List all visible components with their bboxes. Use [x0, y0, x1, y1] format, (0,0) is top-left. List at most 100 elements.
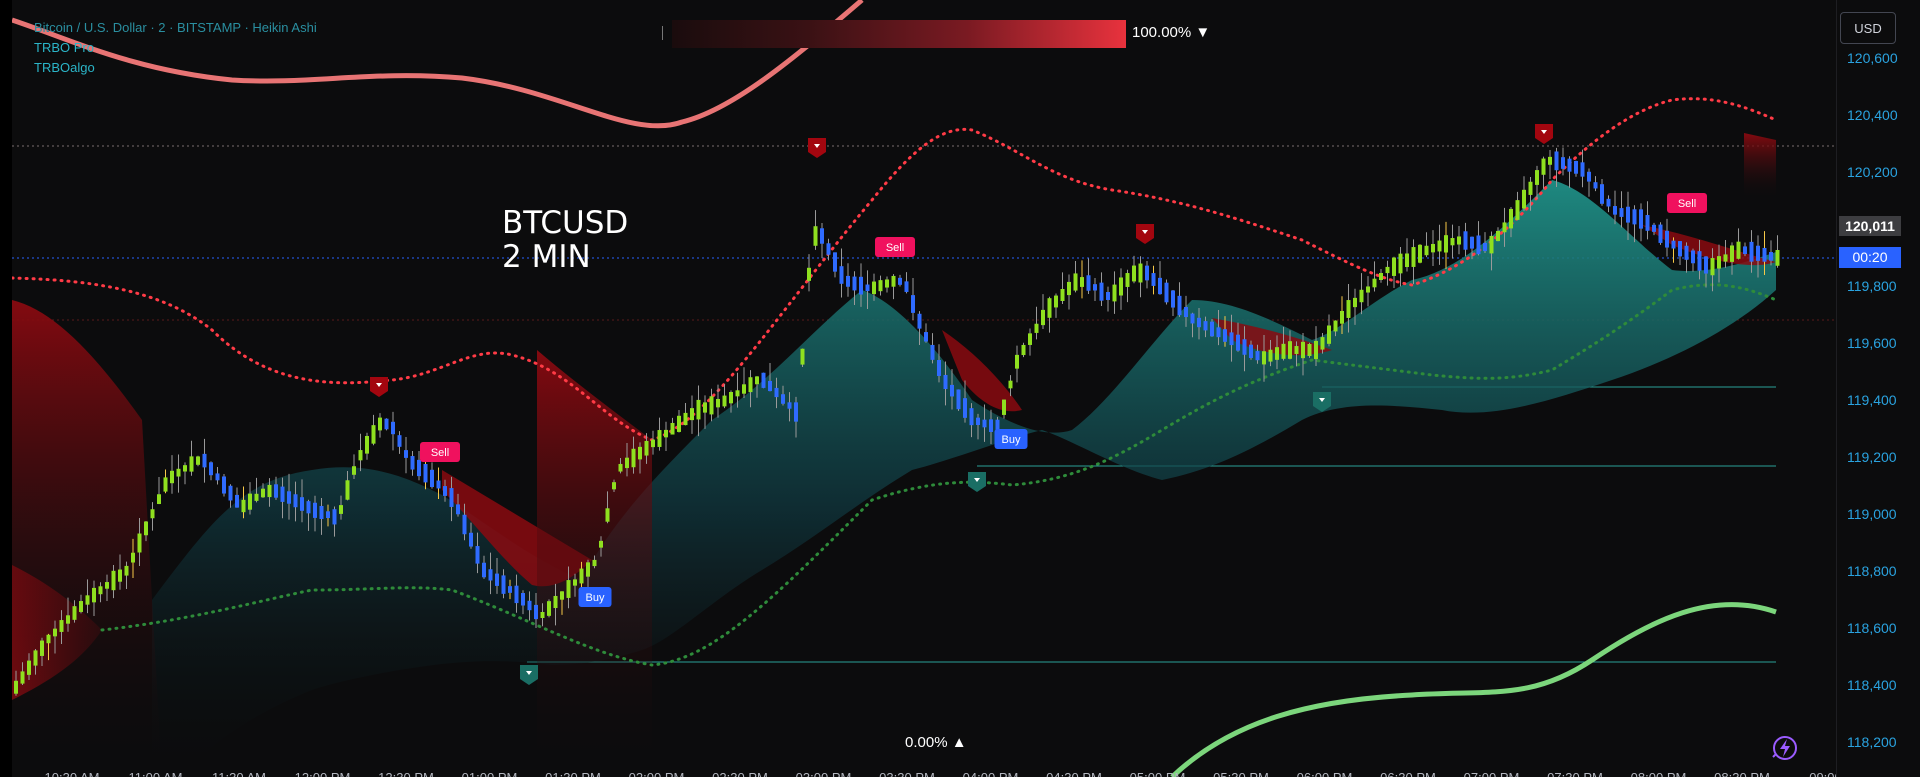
bull-candle	[1424, 245, 1429, 256]
bull-candle	[27, 660, 31, 675]
sell-marker-icon[interactable]	[1136, 224, 1154, 244]
time-axis[interactable]: 10:30 AM 11:00 AM 11:30 AM 12:00 PM 12:30 PM…	[12, 766, 1836, 777]
bull-candle	[1515, 200, 1520, 220]
bear-candle	[1632, 209, 1637, 225]
bear-candle	[488, 569, 493, 581]
buy-marker-icon[interactable]	[968, 472, 986, 492]
price-label: 118,600	[1847, 620, 1897, 636]
chart-canvas[interactable]: Sell Sell Sell Buy Buy Bitcoin / U.S. Dollar…	[12, 0, 1836, 777]
bear-candle	[209, 462, 213, 476]
chart-title-symbol: BTCUSD	[502, 205, 629, 241]
bull-candle	[1021, 344, 1026, 356]
bull-candle	[248, 493, 252, 510]
bear-candle	[989, 419, 993, 432]
sell-signal-label[interactable]: Sell	[875, 237, 915, 257]
time-label: 03:30 PM	[879, 770, 935, 777]
bear-candle	[1606, 198, 1611, 207]
bull-candle	[1301, 341, 1305, 359]
bull-candle	[371, 425, 376, 444]
buy-signal-label[interactable]: Buy	[994, 429, 1028, 449]
bear-candle	[950, 384, 954, 397]
bear-candle	[904, 281, 909, 292]
bull-candle	[670, 422, 675, 435]
price-label: 120,600	[1847, 50, 1898, 66]
time-label: 03:00 PM	[796, 770, 852, 777]
bull-candle	[1307, 343, 1312, 357]
bear-candle	[397, 435, 402, 447]
indicator-trbo-algo[interactable]: TRBOalgo	[34, 58, 317, 78]
bull-candle	[124, 565, 129, 576]
bull-candle	[118, 569, 122, 582]
bear-candle	[1203, 321, 1208, 331]
bear-candle	[1210, 321, 1214, 337]
bear-candle	[1671, 240, 1676, 249]
price-label: 118,200	[1847, 734, 1897, 750]
bear-candle	[332, 509, 337, 525]
bear-candle	[1171, 290, 1175, 308]
bear-candle	[1678, 241, 1682, 257]
bull-candle	[14, 680, 18, 694]
price-scale[interactable]: 120,600 120,400 120,200 119,800 119,600 119,4…	[1836, 0, 1920, 777]
bull-candle	[1489, 235, 1494, 254]
bull-candle	[683, 412, 688, 426]
bear-candle	[820, 228, 824, 244]
bull-candle	[1457, 236, 1461, 245]
bull-candle	[131, 552, 135, 563]
bear-candle	[514, 585, 519, 604]
bear-candle	[1749, 241, 1754, 262]
buy-signal-label[interactable]: Buy	[578, 587, 612, 607]
bear-candle	[1580, 162, 1585, 177]
bear-candle	[1249, 344, 1253, 358]
bull-candle	[755, 376, 759, 385]
bull-candle	[1431, 243, 1435, 253]
bear-candle	[1626, 206, 1630, 223]
indicator-trbo-pro[interactable]: TRBO Pro	[34, 38, 317, 58]
bear-candle	[228, 485, 233, 501]
sell-marker-icon[interactable]	[1535, 124, 1553, 144]
bull-candle	[625, 457, 629, 469]
bull-candle	[59, 620, 64, 632]
bear-candle	[404, 450, 408, 458]
svg-text:Buy: Buy	[1002, 434, 1021, 446]
price-chart[interactable]: Sell Sell Sell Buy Buy	[12, 0, 1836, 777]
bull-candle	[891, 275, 896, 287]
bull-candle	[1723, 254, 1728, 262]
time-label: 05:00 PM	[1130, 770, 1186, 777]
bear-candle	[449, 488, 454, 507]
bull-candle	[885, 279, 889, 288]
bull-candle	[196, 456, 200, 465]
sell-marker-icon[interactable]	[808, 138, 826, 158]
bull-candle	[742, 384, 746, 394]
chart-title-interval: 2 MIN	[502, 239, 591, 275]
lightning-bolt-icon[interactable]	[1770, 733, 1800, 763]
bull-candle	[813, 226, 818, 246]
bull-candle	[1067, 281, 1071, 296]
bear-candle	[826, 243, 831, 255]
bull-candle	[85, 595, 90, 605]
sentiment-gauge-bar	[672, 20, 1126, 48]
bear-candle	[1483, 242, 1487, 252]
sell-signal-label[interactable]: Sell	[1667, 193, 1707, 213]
time-label: 07:00 PM	[1464, 770, 1520, 777]
bear-candle	[430, 469, 434, 488]
bear-candle	[313, 502, 317, 518]
bull-candle	[800, 348, 805, 365]
time-label: 06:00 PM	[1297, 770, 1353, 777]
bear-candle	[423, 463, 428, 483]
buy-marker-icon[interactable]	[520, 665, 538, 685]
currency-button[interactable]: USD	[1840, 12, 1896, 44]
time-label: 04:00 PM	[963, 770, 1019, 777]
time-label: 07:30 PM	[1547, 770, 1603, 777]
bull-candle	[1775, 249, 1780, 266]
bear-candle	[1567, 158, 1572, 172]
time-label: 12:30 PM	[378, 770, 434, 777]
bull-candle	[1119, 277, 1123, 296]
sell-signal-label[interactable]: Sell	[420, 442, 460, 462]
sell-marker-icon[interactable]	[370, 377, 388, 397]
bear-candle	[534, 604, 538, 620]
time-label: 05:30 PM	[1213, 770, 1269, 777]
symbol-label[interactable]: Bitcoin / U.S. Dollar · 2 · BITSTAMP · H…	[34, 18, 317, 38]
svg-text:Sell: Sell	[431, 447, 449, 459]
bull-candle	[157, 494, 161, 504]
gauge-top-value: 100.00% ▼	[1132, 24, 1211, 41]
